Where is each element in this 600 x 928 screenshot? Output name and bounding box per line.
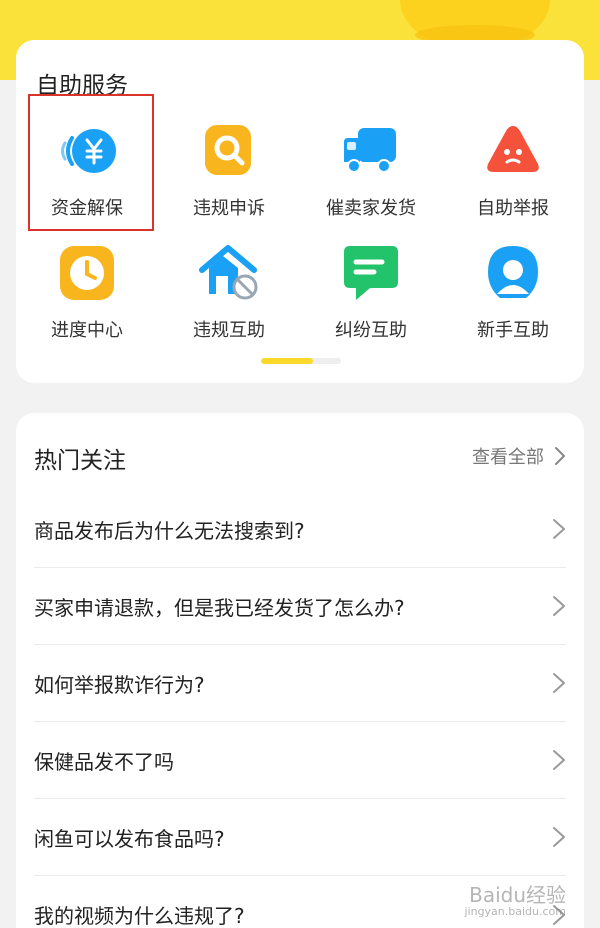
service-dispute-help[interactable]: 纠纷互助: [300, 240, 442, 362]
faq-item[interactable]: 买家申请退款，但是我已经发货了怎么办?: [34, 568, 566, 645]
search-icon: [205, 125, 251, 175]
faq-item[interactable]: 商品发布后为什么无法搜索到?: [34, 491, 566, 568]
service-progress-center[interactable]: 进度中心: [16, 240, 158, 362]
chevron-right-icon: [553, 904, 565, 925]
see-all-label: 查看全部: [472, 447, 544, 468]
chevron-right-icon: [553, 827, 565, 847]
service-violation-help[interactable]: 违规互助: [158, 240, 300, 362]
faq-question: 买家申请退款，但是我已经发货了怎么办?: [34, 595, 405, 620]
service-violation-appeal[interactable]: 违规申诉: [158, 118, 300, 240]
user-icon: [488, 246, 538, 298]
faq-question: 闲鱼可以发布食品吗?: [34, 826, 225, 851]
service-fund-release[interactable]: 资金解保: [16, 118, 158, 240]
report-icon: [487, 126, 539, 172]
faq-question: 保健品发不了吗: [34, 749, 174, 774]
house-block-icon: [199, 245, 258, 300]
chevron-right-icon: [555, 447, 565, 465]
section-title-hot-topics: 热门关注: [34, 448, 126, 474]
section-title-self-service: 自助服务: [36, 73, 128, 99]
see-all-link[interactable]: 查看全部: [472, 443, 566, 469]
page-indicator-active: [261, 358, 313, 364]
chevron-right-icon: [553, 596, 565, 616]
chevron-right-icon: [553, 673, 565, 693]
service-grid: 资金解保 违规申诉 催卖家发货 自助举报 进度中心 违规互助 纠纷互助 新手互助: [16, 118, 584, 362]
faq-question: 商品发布后为什么无法搜索到?: [34, 518, 305, 543]
truck-icon: [344, 128, 396, 173]
faq-question: 我的视频为什么违规了?: [34, 904, 245, 928]
faq-item[interactable]: 如何举报欺诈行为?: [34, 645, 566, 722]
service-urge-shipping[interactable]: 催卖家发货: [300, 118, 442, 240]
chevron-right-icon: [553, 519, 565, 539]
faq-list: 商品发布后为什么无法搜索到? 买家申请退款，但是我已经发货了怎么办? 如何举报欺…: [34, 491, 566, 928]
faq-item[interactable]: 我的视频为什么违规了?: [34, 876, 566, 928]
hot-topics-header: 热门关注 查看全部: [16, 413, 584, 493]
clock-icon: [60, 246, 114, 300]
service-self-report[interactable]: 自助举报: [442, 118, 584, 240]
self-service-card: 自助服务 资金解保 违规申诉 催卖家发货 自助举报 进度中心 违规互助 纠纷互助…: [16, 40, 584, 383]
hot-topics-card: 热门关注 查看全部 商品发布后为什么无法搜索到? 买家申请退款，但是我已经发货了…: [16, 413, 584, 928]
faq-question: 如何举报欺诈行为?: [34, 672, 205, 697]
chevron-right-icon: [553, 750, 565, 770]
message-icon: [344, 246, 398, 300]
faq-item[interactable]: 闲鱼可以发布食品吗?: [34, 799, 566, 876]
faq-item[interactable]: 保健品发不了吗: [34, 722, 566, 799]
yuan-coin-icon: [61, 129, 116, 173]
service-newbie-help[interactable]: 新手互助: [442, 240, 584, 362]
page-indicator: [261, 358, 341, 364]
